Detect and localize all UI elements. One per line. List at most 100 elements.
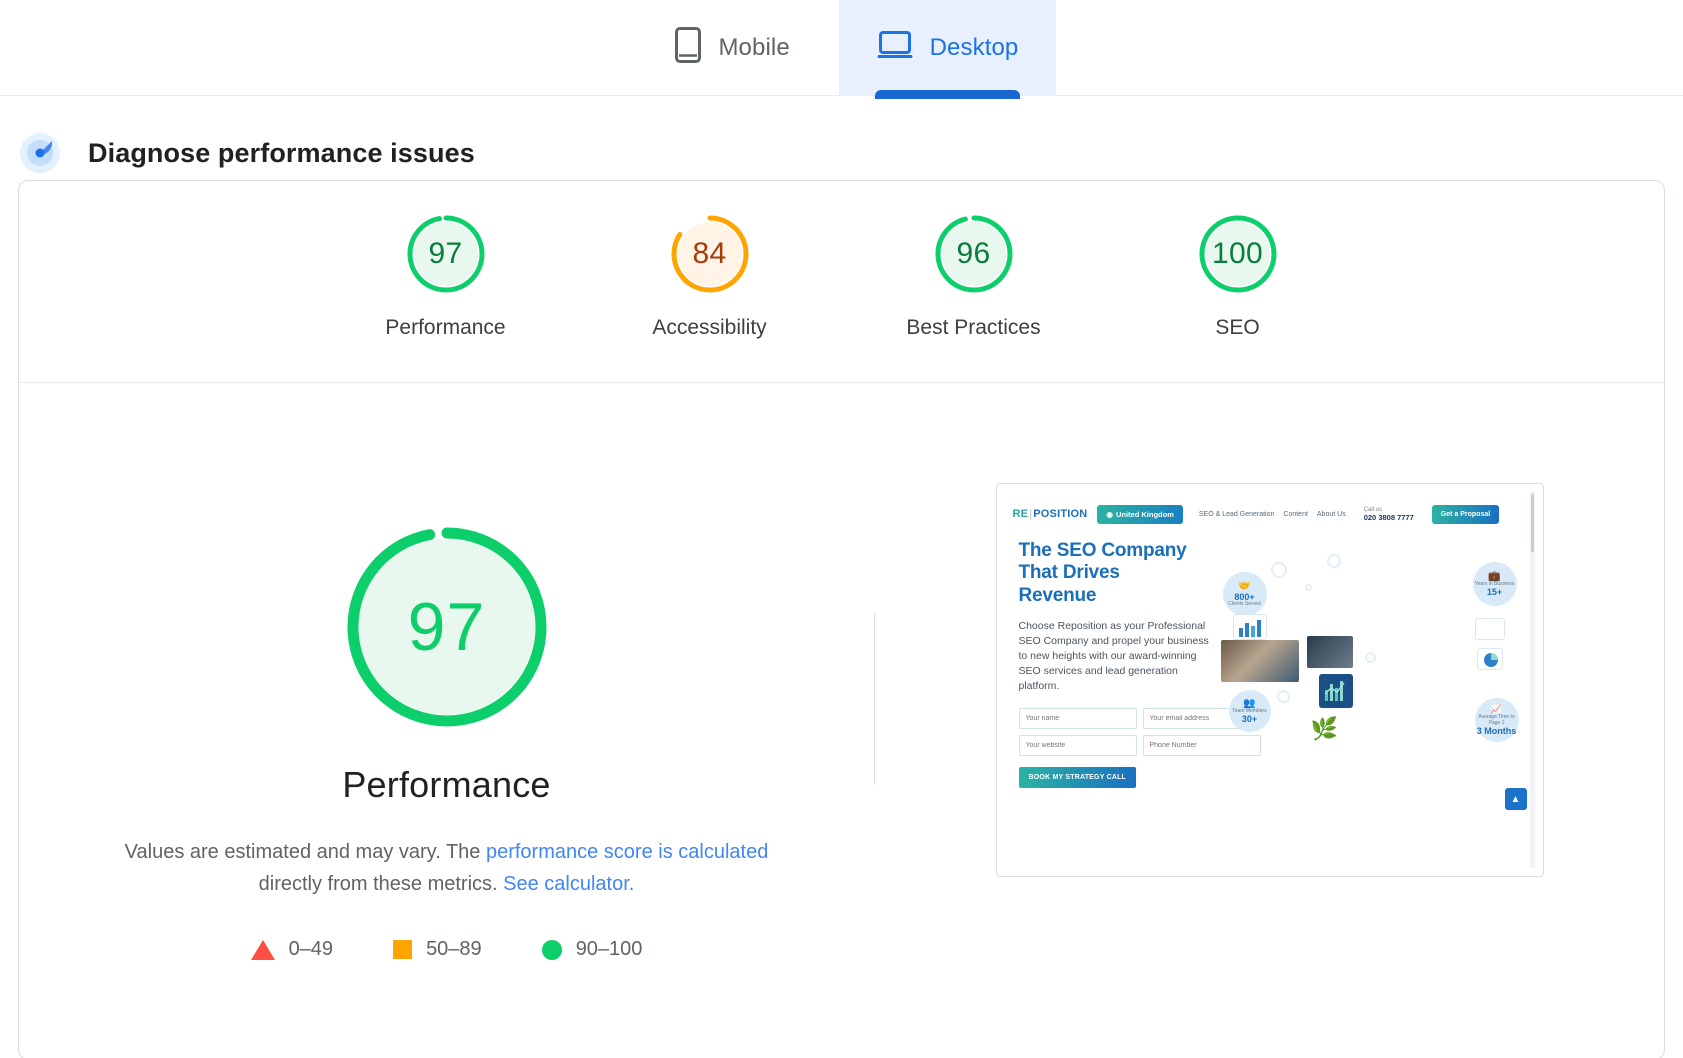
document-card xyxy=(1474,618,1505,640)
device-tab-strip: Mobile Desktop xyxy=(0,0,1683,99)
pie-chart-card xyxy=(1476,648,1503,670)
analytics-card xyxy=(1318,674,1353,708)
name-field[interactable] xyxy=(1018,707,1137,729)
page-screenshot-thumbnail[interactable]: RE|POSITION ◉ United Kingdom SEO & Lead … xyxy=(995,483,1544,877)
website-field[interactable] xyxy=(1018,734,1137,756)
section-header: Diagnose performance issues xyxy=(0,96,1683,180)
bar-chart-card xyxy=(1232,614,1267,640)
nav-item-seo[interactable]: SEO & Lead Generation xyxy=(1199,511,1275,518)
gauge-score: 97 xyxy=(428,237,463,270)
hero-copy: The SEO Company That Drives Revenue Choo… xyxy=(1018,540,1261,788)
score-legend: 0–49 50–89 90–100 xyxy=(250,938,643,961)
desc-prefix: Values are estimated and may vary. The xyxy=(124,841,486,863)
results-card: 97 Performance 84 Accessibility 96 Best … xyxy=(18,180,1665,1058)
summary-gauge-seo[interactable]: 100 SEO xyxy=(1158,213,1318,340)
scroll-to-top-button[interactable]: ▲ xyxy=(1504,788,1527,810)
gear-icon xyxy=(1276,690,1290,703)
region-label: United Kingdom xyxy=(1115,509,1174,519)
performance-gauge-large: 97 xyxy=(343,523,551,731)
see-calculator-link[interactable]: See calculator. xyxy=(503,873,634,895)
legend-range: 0–49 xyxy=(288,938,334,960)
stat-badge-clients: 🤝 800+ Clients Served xyxy=(1222,572,1267,616)
gauge-score: 96 xyxy=(956,237,991,270)
triangle-icon xyxy=(250,939,275,960)
book-strategy-call-button[interactable]: BOOK MY STRATEGY CALL xyxy=(1018,766,1137,788)
tab-mobile[interactable]: Mobile xyxy=(627,0,839,95)
gear-icon xyxy=(1326,554,1341,568)
nav-item-about[interactable]: About Us xyxy=(1317,511,1346,518)
gauge-score: 100 xyxy=(1212,237,1263,270)
office-photo xyxy=(1306,636,1353,668)
logo-position: POSITION xyxy=(1033,508,1088,520)
tab-active-indicator xyxy=(874,90,1021,99)
performance-detail-left: 97 Performance Values are estimated and … xyxy=(19,461,874,961)
headline-line-3: Revenue xyxy=(1018,584,1097,606)
screenshot-scrollbar[interactable] xyxy=(1529,492,1535,868)
legend-range: 90–100 xyxy=(575,938,643,960)
stat-label: Average Time to Page 1 xyxy=(1478,714,1515,726)
site-header: RE|POSITION ◉ United Kingdom SEO & Lead … xyxy=(1005,492,1535,534)
gauge-ring: 100 xyxy=(1197,213,1279,295)
tab-mobile-label: Mobile xyxy=(718,33,790,61)
circle-icon xyxy=(541,939,562,960)
desc-middle: directly from these metrics. xyxy=(258,873,504,895)
gauge-ring: 97 xyxy=(405,213,487,295)
screenshot-panel: RE|POSITION ◉ United Kingdom SEO & Lead … xyxy=(875,461,1664,877)
category-score-row: 97 Performance 84 Accessibility 96 Best … xyxy=(19,181,1664,383)
gauge-ring: 84 xyxy=(669,213,751,295)
tab-desktop[interactable]: Desktop xyxy=(838,0,1057,99)
site-logo: RE|POSITION xyxy=(1013,508,1088,520)
headline-line-2: That Drives xyxy=(1018,562,1120,584)
logo-re: RE xyxy=(1012,508,1029,520)
performance-gauge-score: 97 xyxy=(407,589,486,665)
legend-item-average: 50–89 xyxy=(393,938,482,961)
gauge-label: Performance xyxy=(385,316,506,339)
gauge-ring: 96 xyxy=(933,213,1015,295)
summary-gauge-best-practices[interactable]: 96 Best Practices xyxy=(894,213,1054,340)
legend-item-pass: 90–100 xyxy=(541,938,643,961)
stat-badge-team: 👥 Team Members 30+ xyxy=(1228,690,1271,732)
hero-body-text: Choose Reposition as your Professional S… xyxy=(1018,620,1209,692)
stat-badge-time: 📈 Average Time to Page 1 3 Months xyxy=(1474,698,1519,742)
stat-number: 15+ xyxy=(1486,587,1503,598)
screenshot-inner: RE|POSITION ◉ United Kingdom SEO & Lead … xyxy=(1004,492,1535,868)
headline-line-1: The SEO Company xyxy=(1018,540,1187,561)
stat-badge-years: 💼 Years in Business 15+ xyxy=(1472,562,1517,606)
gear-icon xyxy=(1304,584,1312,591)
performance-gauge-label: Performance xyxy=(342,764,551,805)
gear-icon xyxy=(1364,652,1376,663)
handshake-icon: 🤝 xyxy=(1238,580,1251,592)
call-us-block: Call us 020 3808 7777 xyxy=(1364,507,1414,522)
region-selector[interactable]: ◉ United Kingdom xyxy=(1097,504,1183,524)
call-us-number: 020 3808 7777 xyxy=(1363,512,1414,522)
lighthouse-target-icon xyxy=(19,132,61,174)
plant-icon: 🌿 xyxy=(1310,716,1338,741)
summary-gauge-performance[interactable]: 97 Performance xyxy=(366,213,526,340)
score-description: Values are estimated and may vary. The p… xyxy=(97,836,797,900)
hero-illustration: 🤝 800+ Clients Served 💼 Years in Busines… xyxy=(1219,540,1521,780)
gauge-label: Accessibility xyxy=(652,316,767,339)
mobile-icon xyxy=(675,27,702,68)
legend-item-fail: 0–49 xyxy=(250,938,334,961)
page-title: Diagnose performance issues xyxy=(88,137,475,168)
stat-number: 30+ xyxy=(1241,714,1258,725)
logo-separator: | xyxy=(1029,508,1033,520)
stat-label: Clients Served xyxy=(1228,600,1261,607)
square-icon xyxy=(393,940,413,959)
performance-score-calculated-link[interactable]: performance score is calculated xyxy=(486,841,768,863)
gauge-label: SEO xyxy=(1215,316,1260,339)
get-a-proposal-button[interactable]: Get a Proposal xyxy=(1431,504,1500,524)
nav-item-content[interactable]: Content xyxy=(1283,511,1308,518)
site-nav-links: SEO & Lead Generation Content About Us xyxy=(1199,511,1346,518)
hero-headline: The SEO Company That Drives Revenue xyxy=(1019,540,1219,607)
globe-icon: ◉ xyxy=(1106,509,1113,519)
summary-gauge-accessibility[interactable]: 84 Accessibility xyxy=(630,213,790,340)
tab-desktop-label: Desktop xyxy=(929,33,1019,61)
performance-detail: 97 Performance Values are estimated and … xyxy=(19,383,1664,1058)
stat-number: 3 Months xyxy=(1476,726,1517,736)
chevron-up-icon: ▲ xyxy=(1510,793,1521,805)
team-photo xyxy=(1220,640,1299,682)
gauge-score: 84 xyxy=(692,237,727,270)
gauge-label: Best Practices xyxy=(906,316,1041,339)
site-hero: The SEO Company That Drives Revenue Choo… xyxy=(1005,534,1535,788)
